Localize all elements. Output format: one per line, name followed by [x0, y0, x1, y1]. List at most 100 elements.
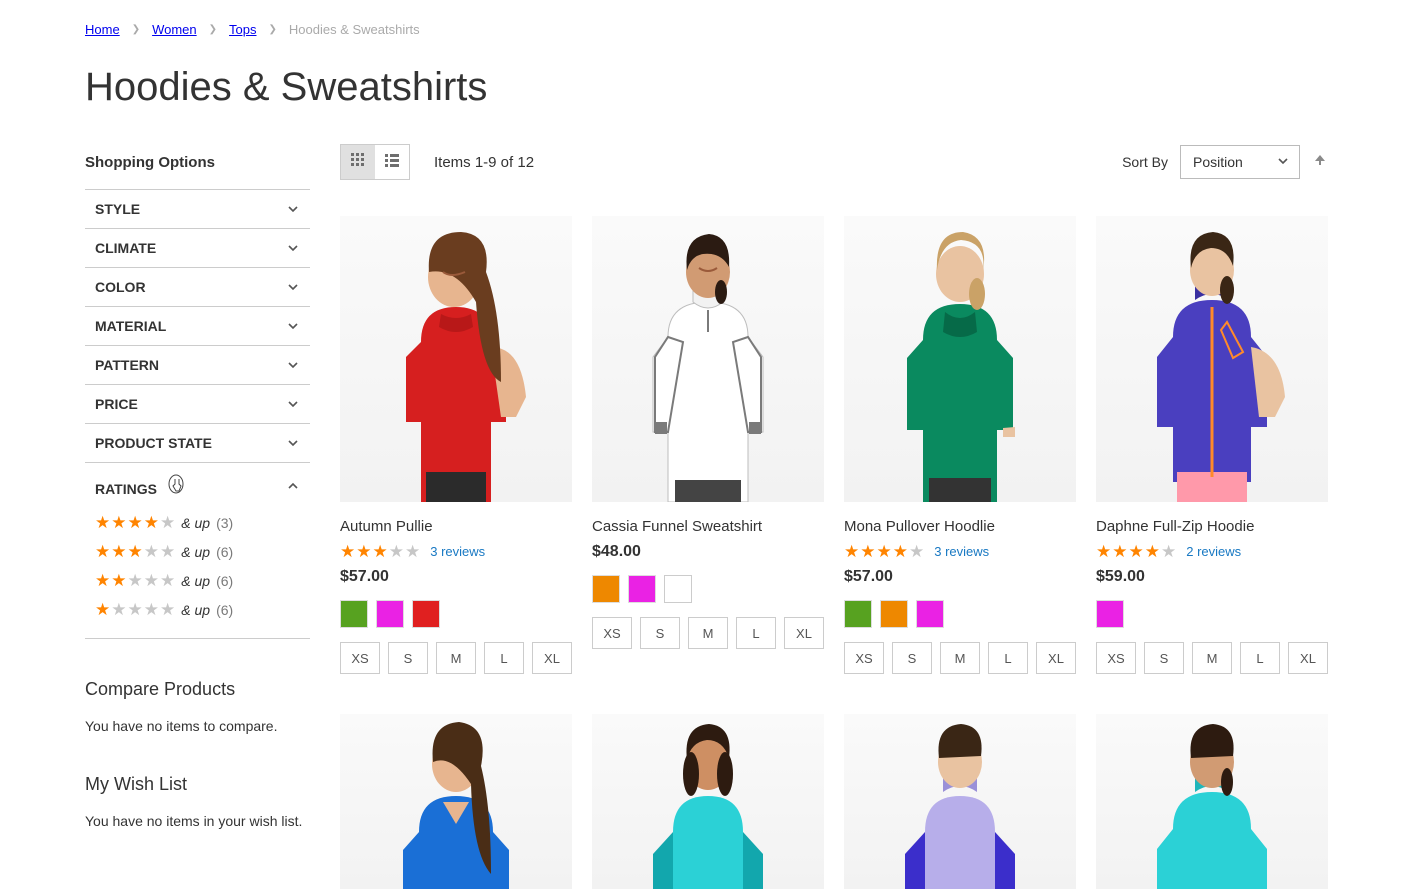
- chevron-right-icon: ❯: [269, 24, 277, 35]
- size-swatch[interactable]: XL: [1288, 642, 1328, 674]
- color-swatch[interactable]: [628, 575, 656, 603]
- product-grid: Autumn Pullie ★★★★★ 3 reviews $57.00 XS …: [340, 216, 1328, 889]
- size-swatch[interactable]: M: [1192, 642, 1232, 674]
- color-swatch[interactable]: [916, 600, 944, 628]
- size-swatch[interactable]: XL: [1036, 642, 1076, 674]
- sort-by-select[interactable]: Position: [1180, 145, 1300, 179]
- size-swatches: XS S M L XL: [592, 617, 824, 649]
- filter-color[interactable]: COLOR: [85, 268, 310, 306]
- filter-style-label: STYLE: [95, 201, 140, 217]
- filter-price[interactable]: PRICE: [85, 385, 310, 423]
- product-card: [1096, 714, 1328, 889]
- product-image-link[interactable]: [1096, 714, 1328, 889]
- color-swatch[interactable]: [376, 600, 404, 628]
- rating-filter-2[interactable]: ★★★★★ & up (6): [95, 566, 300, 595]
- product-image-link[interactable]: [1096, 216, 1328, 502]
- product-image-link[interactable]: [340, 714, 572, 889]
- product-image-link[interactable]: [592, 714, 824, 889]
- color-swatch[interactable]: [844, 600, 872, 628]
- filter-style[interactable]: STYLE: [85, 190, 310, 228]
- breadcrumb-home[interactable]: Home: [85, 22, 120, 37]
- stars-icon: ★★★★★: [340, 543, 420, 560]
- filter-product-state[interactable]: PRODUCT STATE: [85, 424, 310, 462]
- color-swatches: [592, 575, 824, 603]
- product-card: Cassia Funnel Sweatshirt $48.00 XS S M L…: [592, 216, 824, 674]
- size-swatch[interactable]: M: [940, 642, 980, 674]
- size-swatch[interactable]: M: [688, 617, 728, 649]
- product-price: $48.00: [592, 543, 824, 561]
- stars-icon: ★★★★★: [95, 572, 175, 589]
- color-swatch[interactable]: [592, 575, 620, 603]
- breadcrumb-tops[interactable]: Tops: [229, 22, 256, 37]
- size-swatch[interactable]: XS: [340, 642, 380, 674]
- product-name-link[interactable]: Mona Pullover Hoodlie: [844, 518, 995, 535]
- size-swatch[interactable]: L: [484, 642, 524, 674]
- size-swatch[interactable]: L: [1240, 642, 1280, 674]
- rating-filter-1[interactable]: ★★★★★ & up (6): [95, 595, 300, 624]
- size-swatch[interactable]: XS: [844, 642, 884, 674]
- chevron-up-icon: [286, 479, 300, 493]
- size-swatch[interactable]: XL: [532, 642, 572, 674]
- product-price: $57.00: [844, 568, 1076, 586]
- size-swatch[interactable]: M: [436, 642, 476, 674]
- view-list-button[interactable]: [375, 145, 409, 179]
- filter-ratings[interactable]: RATINGS: [85, 463, 310, 508]
- product-card: Daphne Full-Zip Hoodie ★★★★★ 2 reviews $…: [1096, 216, 1328, 674]
- color-swatch[interactable]: [340, 600, 368, 628]
- product-name-link[interactable]: Cassia Funnel Sweatshirt: [592, 518, 762, 535]
- size-swatch[interactable]: S: [1144, 642, 1184, 674]
- product-image-link[interactable]: [844, 216, 1076, 502]
- size-swatch[interactable]: XL: [784, 617, 824, 649]
- size-swatch[interactable]: L: [988, 642, 1028, 674]
- rating-filter-4[interactable]: ★★★★★ & up (3): [95, 508, 300, 537]
- size-swatch[interactable]: S: [640, 617, 680, 649]
- size-swatch[interactable]: S: [388, 642, 428, 674]
- size-swatch[interactable]: L: [736, 617, 776, 649]
- shopping-options-title: Shopping Options: [85, 144, 310, 189]
- product-image-link[interactable]: [844, 714, 1076, 889]
- chevron-down-icon: [286, 202, 300, 216]
- color-swatch[interactable]: [1096, 600, 1124, 628]
- product-price: $59.00: [1096, 568, 1328, 586]
- product-card: [340, 714, 572, 889]
- color-swatch[interactable]: [880, 600, 908, 628]
- breadcrumb: Home ❯ Women ❯ Tops ❯ Hoodies & Sweatshi…: [85, 0, 1328, 47]
- product-name-link[interactable]: Daphne Full-Zip Hoodie: [1096, 518, 1254, 535]
- arrow-up-icon: [1312, 152, 1328, 172]
- filter-price-label: PRICE: [95, 396, 138, 412]
- reviews-link[interactable]: 3 reviews: [430, 544, 485, 559]
- size-swatch[interactable]: XS: [592, 617, 632, 649]
- product-card: Autumn Pullie ★★★★★ 3 reviews $57.00 XS …: [340, 216, 572, 674]
- wishlist-title: My Wish List: [85, 774, 310, 795]
- compare-empty: You have no items to compare.: [85, 718, 310, 734]
- sort-direction-button[interactable]: [1312, 152, 1328, 173]
- view-grid-button[interactable]: [341, 145, 375, 179]
- breadcrumb-women[interactable]: Women: [152, 22, 197, 37]
- reviews-link[interactable]: 3 reviews: [934, 544, 989, 559]
- reviews-link[interactable]: 2 reviews: [1186, 544, 1241, 559]
- product-image: [855, 714, 1065, 889]
- chevron-down-icon: [286, 436, 300, 450]
- filter-pattern-label: PATTERN: [95, 357, 159, 373]
- filter-material[interactable]: MATERIAL: [85, 307, 310, 345]
- chevron-right-icon: ❯: [132, 24, 140, 35]
- rating-filter-3[interactable]: ★★★★★ & up (6): [95, 537, 300, 566]
- color-swatch[interactable]: [412, 600, 440, 628]
- product-image-link[interactable]: [592, 216, 824, 502]
- size-swatch[interactable]: S: [892, 642, 932, 674]
- compare-products-block: Compare Products You have no items to co…: [85, 679, 310, 734]
- product-image: [351, 714, 561, 889]
- product-image: [351, 222, 561, 502]
- filter-material-label: MATERIAL: [95, 318, 166, 334]
- items-count: Items 1-9 of 12: [434, 154, 534, 171]
- filter-pattern[interactable]: PATTERN: [85, 346, 310, 384]
- product-image-link[interactable]: [340, 216, 572, 502]
- size-swatches: XS S M L XL: [340, 642, 572, 674]
- product-card: Mona Pullover Hoodlie ★★★★★ 3 reviews $5…: [844, 216, 1076, 674]
- sort-by-label: Sort By: [1122, 154, 1168, 170]
- size-swatch[interactable]: XS: [1096, 642, 1136, 674]
- product-card: [844, 714, 1076, 889]
- filter-climate[interactable]: CLIMATE: [85, 229, 310, 267]
- color-swatch[interactable]: [664, 575, 692, 603]
- product-name-link[interactable]: Autumn Pullie: [340, 518, 433, 535]
